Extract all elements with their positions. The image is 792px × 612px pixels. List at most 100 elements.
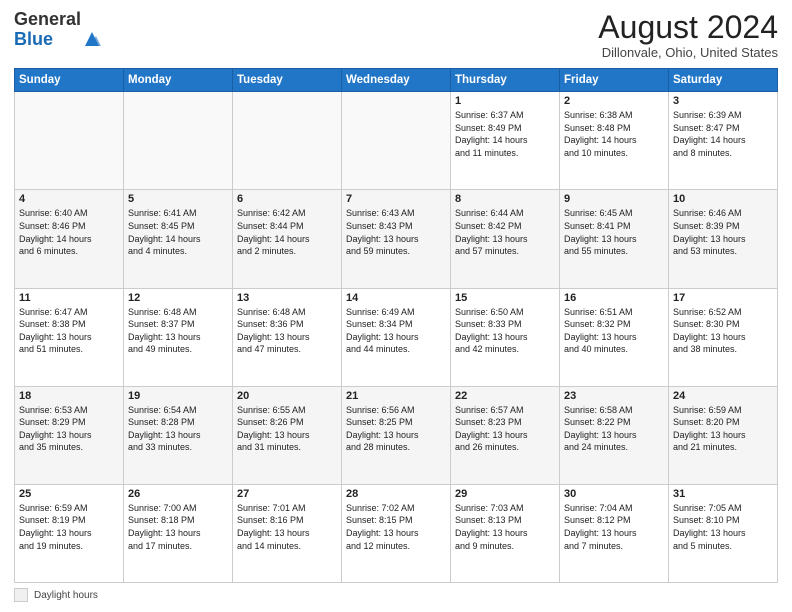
calendar-day: 3 Sunrise: 6:39 AM Sunset: 8:47 PM Daylig… — [669, 92, 778, 190]
day-info: Sunrise: 6:54 AM Sunset: 8:28 PM Dayligh… — [128, 404, 228, 454]
day-number: 8 — [455, 193, 555, 205]
calendar-day — [124, 92, 233, 190]
calendar-day: 23 Sunrise: 6:58 AM Sunset: 8:22 PM Dayli… — [560, 386, 669, 484]
day-info: Sunrise: 6:52 AM Sunset: 8:30 PM Dayligh… — [673, 306, 773, 356]
calendar-week-row: 25Sunrise: 6:59 AM Sunset: 8:19 PM Dayli… — [15, 484, 778, 582]
calendar-day: 12Sunrise: 6:48 AM Sunset: 8:37 PM Dayli… — [124, 288, 233, 386]
day-info: Sunrise: 6:57 AM Sunset: 8:23 PM Dayligh… — [455, 404, 555, 454]
day-number: 30 — [564, 488, 664, 500]
calendar-day: 29 Sunrise: 7:03 AM Sunset: 8:13 PM Dayli… — [451, 484, 560, 582]
day-number: 1 — [455, 95, 555, 107]
logo: General Blue — [14, 10, 101, 50]
calendar-header-friday: Friday — [560, 69, 669, 92]
header: General Blue August 2024 Dillonvale, Ohi… — [14, 10, 778, 60]
day-number: 4 — [19, 193, 119, 205]
day-number: 3 — [673, 95, 773, 107]
day-number: 18 — [19, 390, 119, 402]
logo-block: General Blue — [14, 10, 81, 50]
day-info: Sunrise: 7:04 AM Sunset: 8:12 PM Dayligh… — [564, 502, 664, 552]
day-number: 11 — [19, 292, 119, 304]
calendar-week-row: 11Sunrise: 6:47 AM Sunset: 8:38 PM Dayli… — [15, 288, 778, 386]
calendar-day: 15Sunrise: 6:50 AM Sunset: 8:33 PM Dayli… — [451, 288, 560, 386]
calendar-day: 6 Sunrise: 6:42 AM Sunset: 8:44 PM Daylig… — [233, 190, 342, 288]
calendar-day — [342, 92, 451, 190]
day-number: 28 — [346, 488, 446, 500]
day-info: Sunrise: 7:02 AM Sunset: 8:15 PM Dayligh… — [346, 502, 446, 552]
calendar-header-sunday: Sunday — [15, 69, 124, 92]
calendar-header-monday: Monday — [124, 69, 233, 92]
logo-general-text: General — [14, 9, 81, 29]
day-number: 10 — [673, 193, 773, 205]
day-number: 21 — [346, 390, 446, 402]
calendar-day: 10 Sunrise: 6:46 AM Sunset: 8:39 PM Dayli… — [669, 190, 778, 288]
footer: Daylight hours — [14, 588, 778, 602]
day-number: 31 — [673, 488, 773, 500]
day-number: 24 — [673, 390, 773, 402]
day-info: Sunrise: 6:48 AM Sunset: 8:37 PM Dayligh… — [128, 306, 228, 356]
day-number: 23 — [564, 390, 664, 402]
day-number: 2 — [564, 95, 664, 107]
day-number: 29 — [455, 488, 555, 500]
day-info: Sunrise: 6:51 AM Sunset: 8:32 PM Dayligh… — [564, 306, 664, 356]
day-info: Sunrise: 6:45 AM Sunset: 8:41 PM Dayligh… — [564, 207, 664, 257]
daylight-box — [14, 588, 28, 602]
calendar-day: 2 Sunrise: 6:38 AM Sunset: 8:48 PM Daylig… — [560, 92, 669, 190]
calendar-day: 1Sunrise: 6:37 AM Sunset: 8:49 PM Daylig… — [451, 92, 560, 190]
calendar-header-saturday: Saturday — [669, 69, 778, 92]
calendar-header-thursday: Thursday — [451, 69, 560, 92]
day-info: Sunrise: 6:42 AM Sunset: 8:44 PM Dayligh… — [237, 207, 337, 257]
calendar-week-row: 18Sunrise: 6:53 AM Sunset: 8:29 PM Dayli… — [15, 386, 778, 484]
day-number: 13 — [237, 292, 337, 304]
day-number: 17 — [673, 292, 773, 304]
day-info: Sunrise: 6:50 AM Sunset: 8:33 PM Dayligh… — [455, 306, 555, 356]
calendar-day: 28 Sunrise: 7:02 AM Sunset: 8:15 PM Dayli… — [342, 484, 451, 582]
day-info: Sunrise: 6:46 AM Sunset: 8:39 PM Dayligh… — [673, 207, 773, 257]
calendar-header-row: SundayMondayTuesdayWednesdayThursdayFrid… — [15, 69, 778, 92]
day-info: Sunrise: 6:38 AM Sunset: 8:48 PM Dayligh… — [564, 109, 664, 159]
calendar-day: 4 Sunrise: 6:40 AM Sunset: 8:46 PM Daylig… — [15, 190, 124, 288]
calendar-week-row: 4 Sunrise: 6:40 AM Sunset: 8:46 PM Daylig… — [15, 190, 778, 288]
day-info: Sunrise: 7:03 AM Sunset: 8:13 PM Dayligh… — [455, 502, 555, 552]
calendar-day: 7Sunrise: 6:43 AM Sunset: 8:43 PM Daylig… — [342, 190, 451, 288]
day-info: Sunrise: 7:00 AM Sunset: 8:18 PM Dayligh… — [128, 502, 228, 552]
day-info: Sunrise: 6:39 AM Sunset: 8:47 PM Dayligh… — [673, 109, 773, 159]
day-info: Sunrise: 6:59 AM Sunset: 8:19 PM Dayligh… — [19, 502, 119, 552]
day-info: Sunrise: 6:41 AM Sunset: 8:45 PM Dayligh… — [128, 207, 228, 257]
calendar-header-wednesday: Wednesday — [342, 69, 451, 92]
day-number: 26 — [128, 488, 228, 500]
day-number: 22 — [455, 390, 555, 402]
calendar-day: 25Sunrise: 6:59 AM Sunset: 8:19 PM Dayli… — [15, 484, 124, 582]
calendar-day: 9Sunrise: 6:45 AM Sunset: 8:41 PM Daylig… — [560, 190, 669, 288]
day-number: 14 — [346, 292, 446, 304]
calendar-day: 22 Sunrise: 6:57 AM Sunset: 8:23 PM Dayli… — [451, 386, 560, 484]
calendar-day: 14 Sunrise: 6:49 AM Sunset: 8:34 PM Dayli… — [342, 288, 451, 386]
logo-blue-text: Blue — [14, 29, 53, 49]
calendar-day: 31 Sunrise: 7:05 AM Sunset: 8:10 PM Dayli… — [669, 484, 778, 582]
calendar-day: 21 Sunrise: 6:56 AM Sunset: 8:25 PM Dayli… — [342, 386, 451, 484]
daylight-label: Daylight hours — [34, 590, 98, 601]
title-block: August 2024 Dillonvale, Ohio, United Sta… — [598, 10, 778, 60]
calendar-day: 26 Sunrise: 7:00 AM Sunset: 8:18 PM Dayli… — [124, 484, 233, 582]
calendar-week-row: 1Sunrise: 6:37 AM Sunset: 8:49 PM Daylig… — [15, 92, 778, 190]
calendar-day: 8Sunrise: 6:44 AM Sunset: 8:42 PM Daylig… — [451, 190, 560, 288]
calendar-day: 20Sunrise: 6:55 AM Sunset: 8:26 PM Dayli… — [233, 386, 342, 484]
calendar-day — [15, 92, 124, 190]
calendar-day: 18Sunrise: 6:53 AM Sunset: 8:29 PM Dayli… — [15, 386, 124, 484]
day-info: Sunrise: 6:58 AM Sunset: 8:22 PM Dayligh… — [564, 404, 664, 454]
day-number: 27 — [237, 488, 337, 500]
logo-icon — [83, 30, 101, 48]
page: General Blue August 2024 Dillonvale, Ohi… — [0, 0, 792, 612]
calendar-day: 5Sunrise: 6:41 AM Sunset: 8:45 PM Daylig… — [124, 190, 233, 288]
calendar-day: 13Sunrise: 6:48 AM Sunset: 8:36 PM Dayli… — [233, 288, 342, 386]
calendar-day — [233, 92, 342, 190]
calendar-day: 11Sunrise: 6:47 AM Sunset: 8:38 PM Dayli… — [15, 288, 124, 386]
calendar-day: 17 Sunrise: 6:52 AM Sunset: 8:30 PM Dayli… — [669, 288, 778, 386]
day-info: Sunrise: 6:40 AM Sunset: 8:46 PM Dayligh… — [19, 207, 119, 257]
calendar-day: 27Sunrise: 7:01 AM Sunset: 8:16 PM Dayli… — [233, 484, 342, 582]
day-info: Sunrise: 7:05 AM Sunset: 8:10 PM Dayligh… — [673, 502, 773, 552]
calendar-day: 19Sunrise: 6:54 AM Sunset: 8:28 PM Dayli… — [124, 386, 233, 484]
day-info: Sunrise: 6:49 AM Sunset: 8:34 PM Dayligh… — [346, 306, 446, 356]
calendar-day: 24Sunrise: 6:59 AM Sunset: 8:20 PM Dayli… — [669, 386, 778, 484]
day-number: 6 — [237, 193, 337, 205]
day-info: Sunrise: 6:56 AM Sunset: 8:25 PM Dayligh… — [346, 404, 446, 454]
